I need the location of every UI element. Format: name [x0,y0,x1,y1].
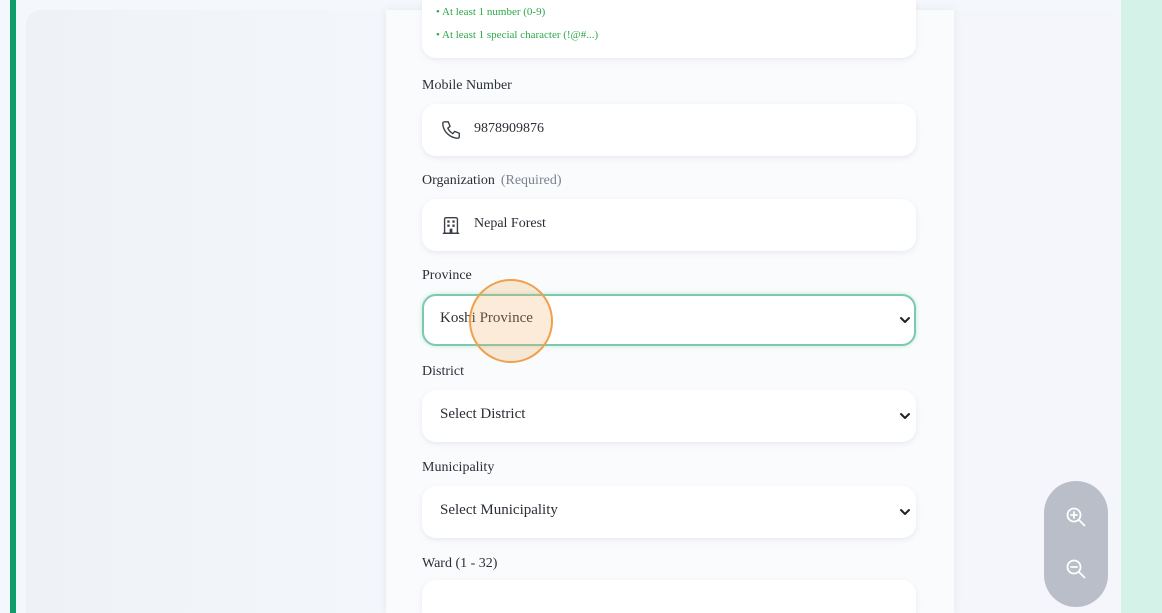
zoom-controls [1044,481,1108,607]
organization-label: Organization (Required) [422,173,562,188]
organization-field[interactable]: Nepal Forest [422,199,916,251]
phone-icon [442,121,460,139]
chevron-down-icon [900,509,910,515]
district-selected-value: Select District [440,406,526,422]
zoom-in-icon[interactable] [1064,505,1088,529]
mobile-number-field[interactable]: 9878909876 [422,104,916,156]
password-rule-number: • At least 1 number (0-9) [436,6,546,18]
municipality-select[interactable]: Select Municipality [422,486,916,538]
municipality-label: Municipality [422,460,495,475]
chevron-down-icon [900,317,910,323]
building-icon [442,216,460,234]
ward-label: Ward (1 - 32) [422,556,498,571]
district-select[interactable]: Select District [422,390,916,442]
mobile-number-value: 9878909876 [474,121,544,136]
district-label: District [422,364,464,379]
mobile-number-label: Mobile Number [422,78,512,93]
organization-value: Nepal Forest [474,216,546,231]
password-rules-box: • At least 1 number (0-9) • At least 1 s… [422,0,916,58]
right-side-strip [1121,0,1162,613]
organization-required-hint: (Required) [500,173,562,188]
click-indicator [469,279,553,363]
ward-field[interactable] [422,580,916,613]
chevron-down-icon [900,413,910,419]
province-label: Province [422,268,472,283]
password-rule-special: • At least 1 special character (!@#...) [436,29,599,41]
municipality-selected-value: Select Municipality [440,502,558,518]
left-accent-bar [10,0,16,613]
zoom-out-icon[interactable] [1064,557,1088,581]
